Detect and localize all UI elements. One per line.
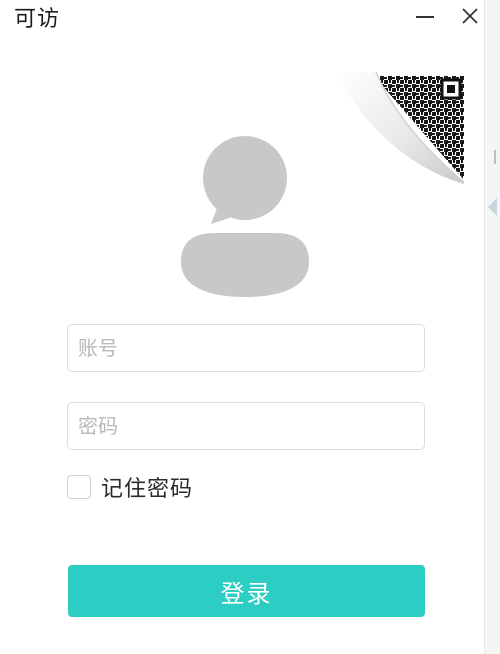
close-icon [462,8,478,24]
login-button-label: 登录 [220,579,273,608]
remember-password-checkbox[interactable] [67,475,91,499]
app-title: 可访 [14,7,61,32]
login-window: 可访 账号 记住密码 登录 [0,0,484,654]
expand-arrow-icon[interactable] [488,198,497,216]
password-input[interactable] [67,402,425,450]
user-avatar-icon [181,136,309,297]
close-button[interactable] [452,2,488,30]
minimize-button[interactable] [407,2,443,30]
minimize-icon [416,16,434,18]
background-window-edge [484,0,500,654]
qr-code-icon[interactable] [336,72,466,184]
remember-password-option[interactable]: 记住密码 [67,472,193,502]
edge-bracket [494,150,500,164]
account-input[interactable] [67,324,425,372]
remember-password-label: 记住密码 [101,477,194,502]
login-button[interactable]: 登录 [68,565,425,617]
